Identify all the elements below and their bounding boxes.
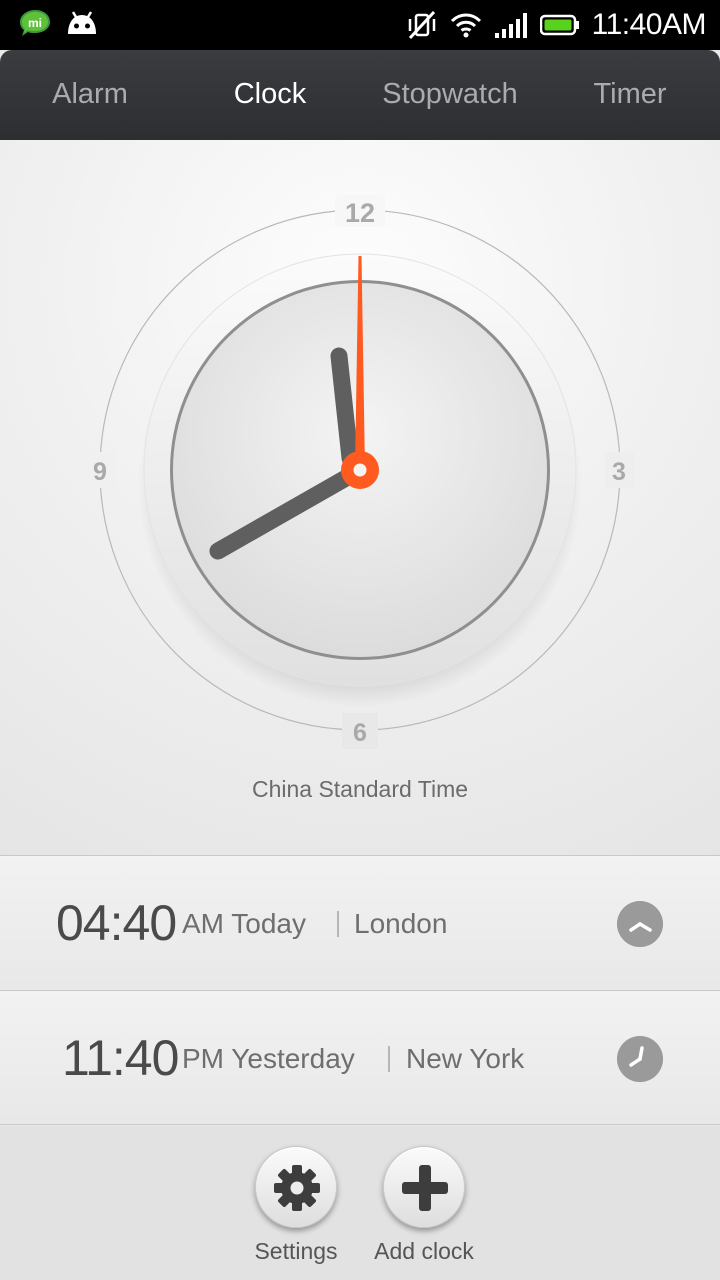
tab-bar: Alarm Clock Stopwatch Timer xyxy=(0,50,720,140)
world-clock-city: New York xyxy=(406,1043,525,1074)
tab-timer[interactable]: Timer xyxy=(540,78,720,111)
divider xyxy=(388,1046,390,1072)
plus-icon xyxy=(402,1165,448,1211)
add-clock-button[interactable] xyxy=(383,1146,465,1228)
analog-clock-panel: 12 9 3 6 China Standard Time xyxy=(0,140,720,855)
svg-text:mi: mi xyxy=(28,16,42,30)
gear-icon xyxy=(274,1165,320,1211)
tab-clock[interactable]: Clock xyxy=(180,78,360,111)
dial-label-9: 9 xyxy=(93,458,107,486)
tab-stopwatch[interactable]: Stopwatch xyxy=(360,78,540,111)
clock-icon xyxy=(617,1036,663,1082)
world-clock-city: London xyxy=(354,908,448,939)
clock-icon xyxy=(617,901,663,947)
status-time: 11:40AM xyxy=(591,8,707,41)
mi-talk-icon: mi xyxy=(20,10,50,36)
settings-label: Settings xyxy=(254,1238,338,1264)
vibrate-mute-icon xyxy=(408,10,435,40)
analog-clock: 12 9 3 6 xyxy=(85,195,635,749)
divider xyxy=(337,911,339,937)
world-clock-list: 04:40 AM Today London 11:40 PM Yesterday… xyxy=(0,855,720,1125)
settings-button[interactable] xyxy=(255,1146,337,1228)
world-clock-day: PM Yesterday xyxy=(182,1043,355,1074)
dial-label-12: 12 xyxy=(345,198,375,228)
tab-alarm[interactable]: Alarm xyxy=(0,78,180,111)
timezone-label: China Standard Time xyxy=(251,776,469,802)
battery-icon xyxy=(539,14,579,36)
add-clock-label: Add clock xyxy=(374,1238,474,1264)
signal-icon xyxy=(494,13,527,38)
status-bar: mi 11:40AM xyxy=(0,0,720,50)
dial-label-3: 3 xyxy=(612,458,626,486)
android-icon xyxy=(68,11,96,34)
world-clock-row-london[interactable]: 04:40 AM Today London xyxy=(0,855,720,990)
bottom-action-bar: Settings Add clock xyxy=(0,1126,720,1280)
dial-label-6: 6 xyxy=(353,719,367,747)
world-clock-time: 11:40 xyxy=(62,1030,179,1086)
world-clock-row-new-york[interactable]: 11:40 PM Yesterday New York xyxy=(0,990,720,1125)
world-clock-time: 04:40 xyxy=(56,895,177,951)
world-clock-day: AM Today xyxy=(182,908,306,939)
hour-hand xyxy=(330,347,359,467)
wifi-icon xyxy=(450,13,481,38)
